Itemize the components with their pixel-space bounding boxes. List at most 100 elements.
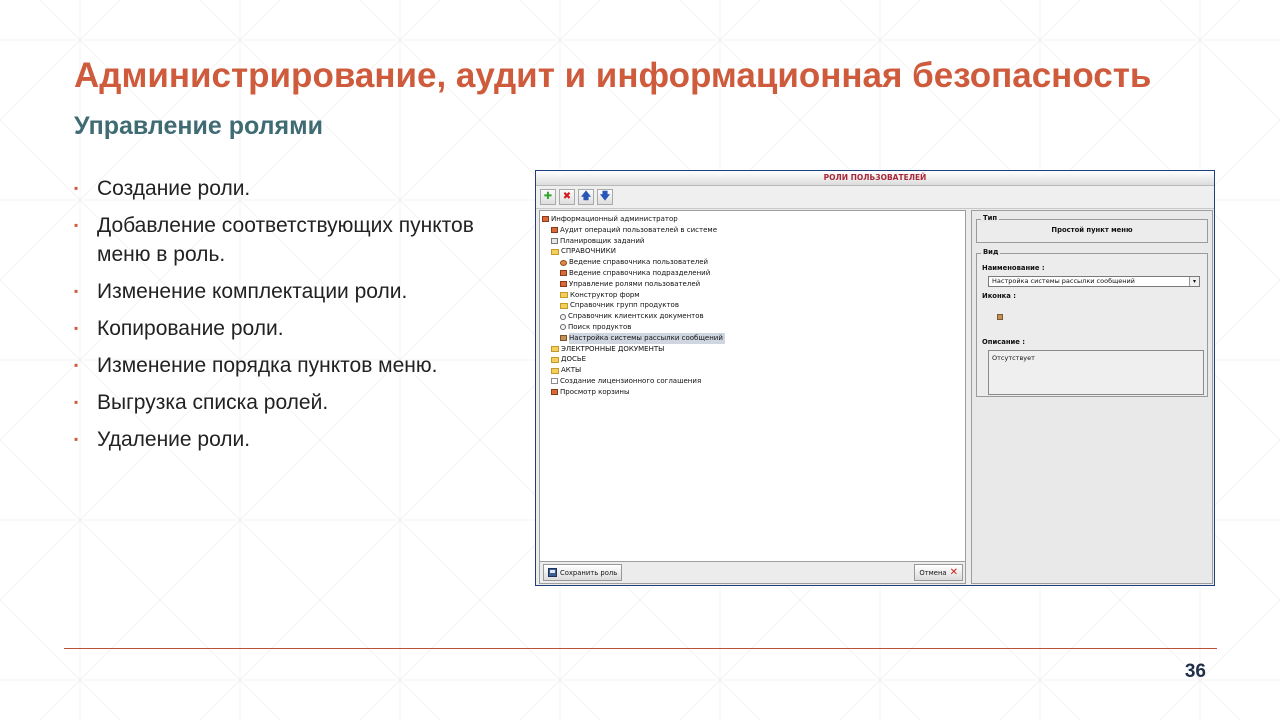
footer-divider — [64, 648, 1217, 649]
cancel-label: Отмена — [919, 568, 947, 577]
tree-item-label: ДОСЬЕ — [561, 355, 587, 364]
bullet-item: ▪ Изменение порядка пунктов меню. — [74, 351, 504, 380]
tree-item-label: Просмотр корзины — [560, 387, 630, 396]
bullet-text: Изменение порядка пунктов меню. — [97, 354, 438, 377]
save-role-button[interactable]: Сохранить роль — [543, 564, 623, 581]
folder-icon — [560, 302, 568, 309]
folder-icon — [551, 248, 559, 255]
bullet-text: Выгрузка списка ролей. — [97, 391, 329, 414]
tree-item-selected[interactable]: Настройка системы рассылки сообщений — [540, 332, 965, 344]
view-group: Вид Наименование : Настройка системы рас… — [976, 248, 1208, 397]
chevron-down-icon: ▾ — [1189, 277, 1199, 286]
bullet-marker-icon: ▪ — [74, 432, 79, 446]
tree-item[interactable]: Управление ролями пользователей — [540, 279, 965, 290]
bullet-text: Добавление соответствующих пунктов меню … — [97, 214, 474, 266]
calendar-icon — [551, 237, 558, 244]
app-icon — [551, 227, 558, 234]
disk-icon — [548, 568, 557, 577]
tree-item[interactable]: Поиск продуктов — [540, 322, 965, 333]
menu-tree-panel: Информационный администратор Аудит опера… — [539, 210, 966, 562]
tree-item-label: Настройка системы рассылки сообщений — [569, 332, 725, 344]
slide-title: Администрирование, аудит и информационна… — [74, 56, 1152, 95]
move-up-icon: 🡅 — [580, 191, 592, 202]
app-icon — [560, 270, 567, 277]
tree-item-label: Аудит операций пользователей в системе — [560, 225, 717, 234]
app-icon — [551, 389, 558, 396]
description-label: Описание : — [982, 338, 1026, 346]
menu-tree: Информационный администратор Аудит опера… — [540, 211, 965, 398]
properties-panel: Тип Простой пункт меню Вид Наименование … — [971, 210, 1213, 584]
tree-item[interactable]: Конструктор форм — [540, 290, 965, 301]
mail-icon — [560, 335, 567, 342]
bullet-item: ▪ Изменение комплектации роли. — [74, 277, 504, 306]
name-select[interactable]: Настройка системы рассылки сообщений ▾ — [988, 276, 1200, 287]
tree-item-label: Конструктор форм — [570, 290, 640, 299]
type-legend: Тип — [981, 214, 1000, 222]
type-value: Простой пункт меню — [1051, 226, 1133, 234]
delete-button[interactable]: ✖ — [559, 189, 575, 205]
tree-item[interactable]: Аудит операций пользователей в системе — [540, 225, 965, 236]
move-down-button[interactable]: 🡇 — [597, 189, 613, 205]
bullet-item: ▪ Удаление роли. — [74, 425, 504, 454]
move-up-button[interactable]: 🡅 — [578, 189, 594, 205]
page-number: 36 — [1184, 661, 1206, 682]
tree-item-label: Ведение справочника пользователей — [569, 258, 709, 267]
tree-footer: Сохранить роль Отмена ✕ — [539, 562, 966, 584]
roles-window: РОЛИ ПОЛЬЗОВАТЕЛЕЙ ✚ ✖ 🡅 🡇 Информационны… — [535, 170, 1215, 586]
add-icon: ✚ — [543, 191, 553, 202]
search-icon — [560, 324, 566, 331]
folder-icon — [551, 345, 559, 352]
add-button[interactable]: ✚ — [540, 189, 556, 205]
folder-icon — [560, 291, 568, 298]
save-role-label: Сохранить роль — [560, 568, 618, 577]
bullet-item: ▪ Копирование роли. — [74, 314, 504, 343]
tree-item-label: Поиск продуктов — [568, 322, 632, 331]
tree-item[interactable]: ЭЛЕКТРОННЫЕ ДОКУМЕНТЫ — [540, 344, 965, 355]
bullet-item: ▪ Выгрузка списка ролей. — [74, 388, 504, 417]
bullet-text: Копирование роли. — [97, 317, 284, 340]
toolbar: ✚ ✖ 🡅 🡇 — [536, 186, 1214, 209]
tree-item[interactable]: Создание лицензионного соглашения — [540, 376, 965, 387]
app-icon — [542, 216, 549, 223]
bullet-marker-icon: ▪ — [74, 181, 79, 195]
bullet-item: ▪ Создание роли. — [74, 174, 504, 203]
bullet-list: ▪ Создание роли. ▪ Добавление соответствую… — [74, 174, 504, 462]
cancel-button[interactable]: Отмена ✕ — [914, 564, 963, 581]
tree-item-label: Информационный администратор — [551, 215, 678, 223]
tree-item[interactable]: Планировщик заданий — [540, 236, 965, 247]
search-icon — [560, 313, 566, 320]
bullet-text: Создание роли. — [97, 177, 251, 200]
app-icon — [560, 281, 567, 288]
tree-item[interactable]: Просмотр корзины — [540, 387, 965, 398]
delete-icon: ✖ — [562, 191, 572, 202]
folder-icon — [551, 367, 559, 374]
description-field[interactable]: Отсутствует — [988, 350, 1204, 395]
window-title: РОЛИ ПОЛЬЗОВАТЕЛЕЙ — [536, 171, 1214, 186]
tree-item[interactable]: Информационный администратор — [540, 214, 965, 225]
tree-item[interactable]: АКТЫ — [540, 365, 965, 376]
tree-item[interactable]: Справочник групп продуктов — [540, 300, 965, 311]
bullet-marker-icon: ▪ — [74, 218, 79, 232]
bullet-marker-icon: ▪ — [74, 358, 79, 372]
tree-item[interactable]: Ведение справочника пользователей — [540, 257, 965, 268]
bullet-marker-icon: ▪ — [74, 395, 79, 409]
bullet-marker-icon: ▪ — [74, 284, 79, 298]
user-icon — [560, 259, 567, 266]
bullet-marker-icon: ▪ — [74, 321, 79, 335]
tree-item-label: Создание лицензионного соглашения — [560, 376, 702, 385]
tree-item[interactable]: СПРАВОЧНИКИ — [540, 246, 965, 257]
document-icon — [551, 378, 558, 385]
tree-item-label: Ведение справочника подразделений — [569, 268, 711, 277]
mail-icon[interactable] — [997, 314, 1003, 320]
name-label: Наименование : — [982, 264, 1045, 272]
icon-label: Иконка : — [982, 292, 1016, 300]
tree-item[interactable]: Ведение справочника подразделений — [540, 268, 965, 279]
tree-item-label: Справочник групп продуктов — [570, 301, 679, 310]
bullet-text: Изменение комплектации роли. — [97, 280, 408, 303]
bullet-text: Удаление роли. — [97, 428, 251, 451]
tree-item[interactable]: ДОСЬЕ — [540, 354, 965, 365]
type-group: Тип Простой пункт меню — [976, 214, 1208, 243]
tree-item-label: Планировщик заданий — [560, 236, 645, 245]
folder-icon — [551, 356, 559, 363]
tree-item[interactable]: Справочник клиентских документов — [540, 311, 965, 322]
